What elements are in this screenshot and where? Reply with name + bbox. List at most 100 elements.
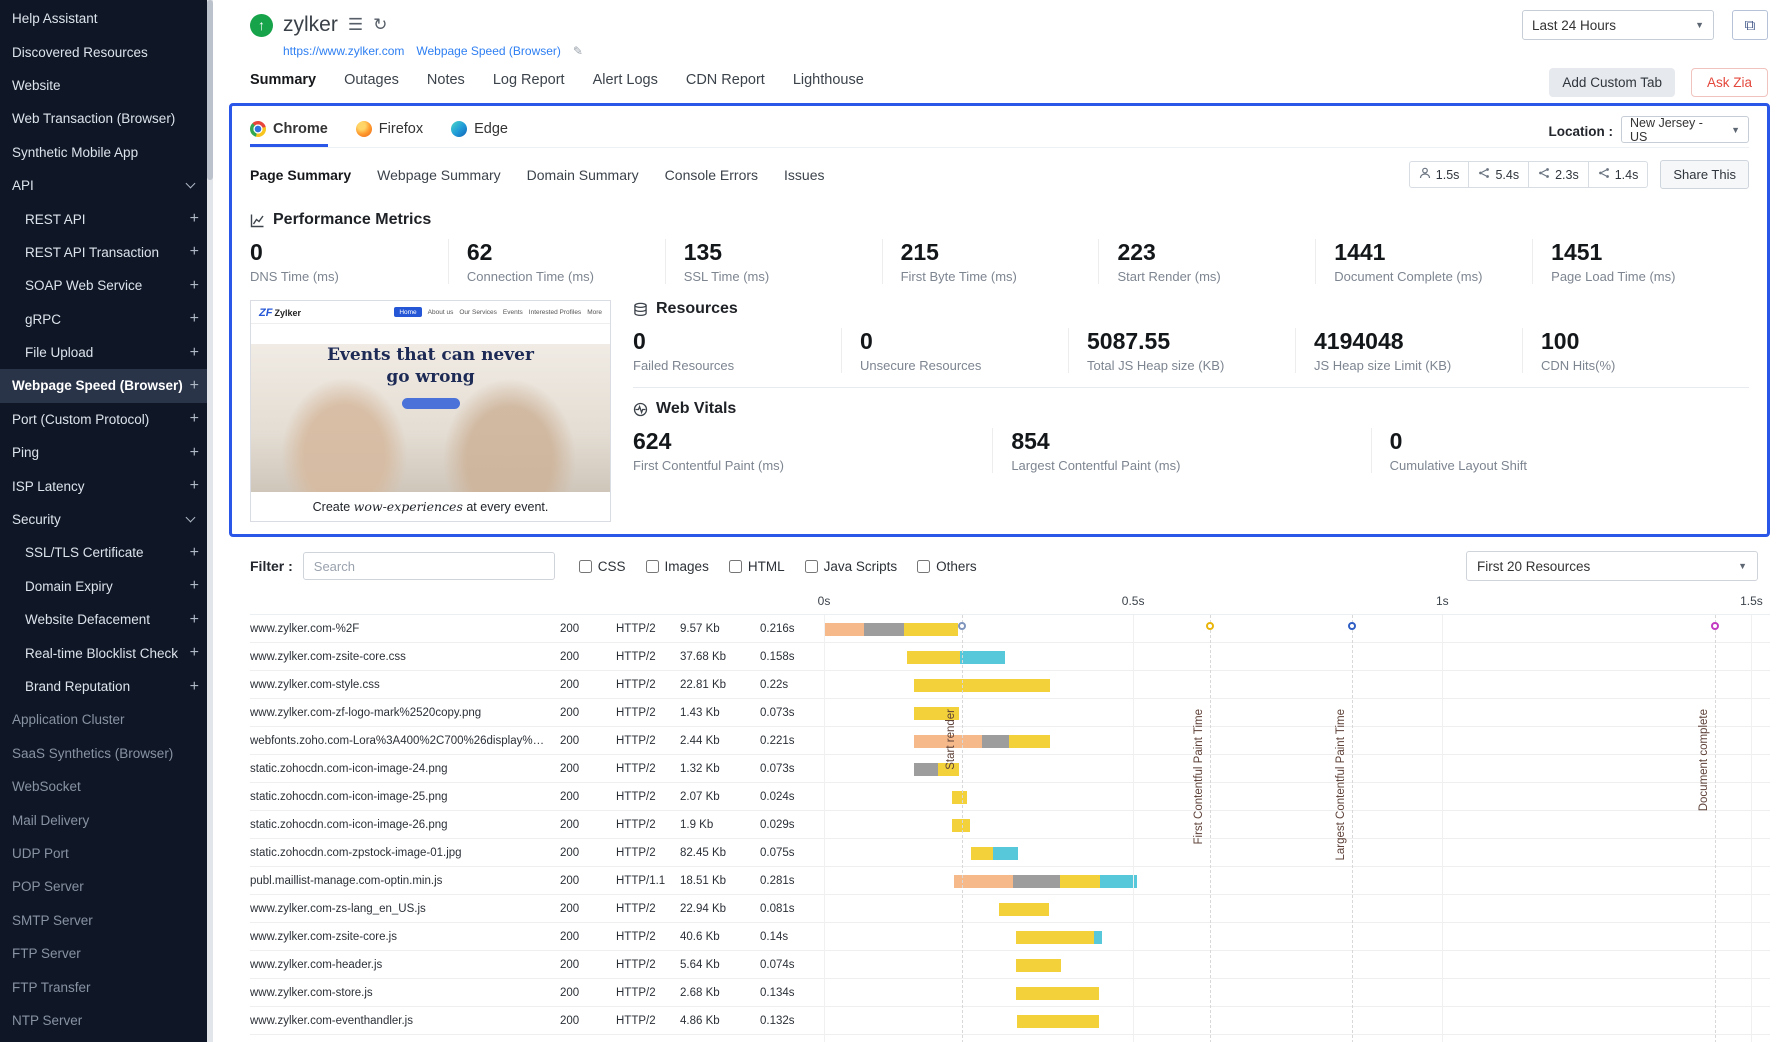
add-monitor-icon[interactable]: + <box>190 378 199 394</box>
table-row[interactable]: www.zylker.com-zs-lang_en_US.js200HTTP/2… <box>250 895 1770 923</box>
sidebar-item-smtp-server[interactable]: SMTP Server <box>0 904 213 937</box>
sidebar-item-saas-synthetics-browser[interactable]: SaaS Synthetics (Browser) <box>0 737 213 770</box>
ask-zia-button[interactable]: Ask Zia <box>1691 68 1768 97</box>
add-monitor-icon[interactable]: + <box>190 545 199 561</box>
table-row[interactable]: www.zylker.com-zsite-core.css200HTTP/237… <box>250 643 1770 671</box>
resource-name[interactable]: www.zylker.com-style.css <box>250 679 560 691</box>
thumb-nav-events[interactable]: Events <box>503 309 523 316</box>
sidebar-item-ssl-tls-certificate[interactable]: SSL/TLS Certificate+ <box>0 536 213 569</box>
sidebar-item-file-upload[interactable]: File Upload+ <box>0 336 213 369</box>
add-monitor-icon[interactable]: + <box>190 445 199 461</box>
open-report-button[interactable]: ⧉ <box>1732 10 1768 40</box>
sidebar-item-brand-reputation[interactable]: Brand Reputation+ <box>0 670 213 703</box>
edit-icon[interactable]: ✎ <box>573 44 583 58</box>
browser-tab-edge[interactable]: Edge <box>451 121 508 147</box>
table-row[interactable]: www.zylker.com-zsite-core.js200HTTP/240.… <box>250 923 1770 951</box>
sidebar-item-mail-delivery[interactable]: Mail Delivery <box>0 803 213 836</box>
tab-summary[interactable]: Summary <box>250 72 316 94</box>
filter-checkbox-java-scripts[interactable]: Java Scripts <box>805 559 898 574</box>
table-row[interactable]: www.zylker.com-style.css200HTTP/222.81 K… <box>250 671 1770 699</box>
sidebar-item-rest-api-transaction[interactable]: REST API Transaction+ <box>0 236 213 269</box>
sidebar-item-soap-web-service[interactable]: SOAP Web Service+ <box>0 269 213 302</box>
subtab-console-errors[interactable]: Console Errors <box>665 167 758 183</box>
sidebar-item-ping[interactable]: Ping+ <box>0 436 213 469</box>
checkbox-others[interactable] <box>917 560 930 573</box>
sidebar-item-discovered-resources[interactable]: Discovered Resources <box>0 35 213 68</box>
sidebar-item-website-defacement[interactable]: Website Defacement+ <box>0 603 213 636</box>
browser-tab-firefox[interactable]: Firefox <box>356 121 423 147</box>
table-row[interactable]: static.zohocdn.com-icon-image-26.png200H… <box>250 811 1770 839</box>
table-row[interactable]: static.zohocdn.com-icon-image-25.png200H… <box>250 783 1770 811</box>
sidebar-item-api[interactable]: API <box>0 169 213 202</box>
time-range-select[interactable]: Last 24 Hours ▼ <box>1522 10 1714 40</box>
browser-tab-chrome[interactable]: Chrome <box>250 121 328 147</box>
sidebar-item-help-assistant[interactable]: Help Assistant <box>0 2 213 35</box>
monitor-type-link[interactable]: Webpage Speed (Browser) <box>416 44 561 58</box>
table-row[interactable]: static.zohocdn.com-zpstock-image-01.jpg2… <box>250 839 1770 867</box>
sidebar-item-ntp-server[interactable]: NTP Server <box>0 1004 213 1037</box>
add-custom-tab-button[interactable]: Add Custom Tab <box>1549 68 1675 97</box>
table-row[interactable]: www.zylker.com-header.js200HTTP/25.64 Kb… <box>250 951 1770 979</box>
table-row[interactable]: webfonts.zoho.com-Lora%3A400%2C700%26dis… <box>250 727 1770 755</box>
tab-notes[interactable]: Notes <box>427 72 465 94</box>
subtab-domain-summary[interactable]: Domain Summary <box>527 167 639 183</box>
resource-name[interactable]: static.zohocdn.com-icon-image-25.png <box>250 791 560 803</box>
table-row[interactable]: www.zylker.com-store.js200HTTP/22.68 Kb0… <box>250 979 1770 1007</box>
sidebar-item-website[interactable]: Website <box>0 69 213 102</box>
table-row[interactable]: www.zylker.com-eventhandler.js200HTTP/24… <box>250 1007 1770 1035</box>
checkbox-images[interactable] <box>646 560 659 573</box>
filter-checkbox-html[interactable]: HTML <box>729 559 785 574</box>
add-monitor-icon[interactable]: + <box>190 612 199 628</box>
resource-name[interactable]: static.zohocdn.com-zpstock-image-01.jpg <box>250 847 560 859</box>
add-monitor-icon[interactable]: + <box>190 345 199 361</box>
table-row[interactable]: publ.maillist-manage.com-optin.min.js200… <box>250 867 1770 895</box>
sidebar-item-domain-expiry[interactable]: Domain Expiry+ <box>0 570 213 603</box>
resource-name[interactable]: www.zylker.com-zsite-core.css <box>250 651 560 663</box>
filter-checkbox-css[interactable]: CSS <box>579 559 626 574</box>
tab-lighthouse[interactable]: Lighthouse <box>793 72 864 94</box>
resource-name[interactable]: www.zylker.com-zf-logo-mark%2520copy.png <box>250 707 560 719</box>
add-monitor-icon[interactable]: + <box>190 278 199 294</box>
tab-cdn-report[interactable]: CDN Report <box>686 72 765 94</box>
add-monitor-icon[interactable]: + <box>190 244 199 260</box>
add-monitor-icon[interactable]: + <box>190 645 199 661</box>
resource-name[interactable]: www.zylker.com-eventhandler.js <box>250 1015 560 1027</box>
menu-icon[interactable]: ☰ <box>348 15 363 35</box>
tab-outages[interactable]: Outages <box>344 72 399 94</box>
table-row[interactable]: www.zylker.com-%2F200HTTP/29.57 Kb0.216s <box>250 615 1770 643</box>
sidebar-item-real-time-blocklist-check[interactable]: Real-time Blocklist Check+ <box>0 636 213 669</box>
share-this-button[interactable]: Share This <box>1660 160 1749 189</box>
add-monitor-icon[interactable]: + <box>190 311 199 327</box>
resource-name[interactable]: www.zylker.com-store.js <box>250 987 560 999</box>
resource-count-select[interactable]: First 20 Resources ▼ <box>1466 551 1758 581</box>
checkbox-java-scripts[interactable] <box>805 560 818 573</box>
timing-badge[interactable]: 5.4s <box>1468 161 1529 188</box>
table-row[interactable]: www.zylker.com-zf-logo-mark%2520copy.png… <box>250 699 1770 727</box>
sidebar-item-synthetic-mobile-app[interactable]: Synthetic Mobile App <box>0 136 213 169</box>
checkbox-html[interactable] <box>729 560 742 573</box>
monitor-url-link[interactable]: https://www.zylker.com <box>283 44 404 58</box>
resource-name[interactable]: static.zohocdn.com-icon-image-24.png <box>250 763 560 775</box>
subtab-webpage-summary[interactable]: Webpage Summary <box>377 167 500 183</box>
sidebar-item-pop-server[interactable]: POP Server <box>0 870 213 903</box>
thumb-nav-more[interactable]: More <box>587 309 602 316</box>
thumb-nav-interested-profiles[interactable]: Interested Profiles <box>529 309 581 316</box>
timing-badge[interactable]: 2.3s <box>1528 161 1589 188</box>
add-monitor-icon[interactable]: + <box>190 679 199 695</box>
sidebar-item-websocket[interactable]: WebSocket <box>0 770 213 803</box>
checkbox-css[interactable] <box>579 560 592 573</box>
sidebar-item-ftp-transfer[interactable]: FTP Transfer <box>0 970 213 1003</box>
timing-badge[interactable]: 1.4s <box>1588 161 1649 188</box>
subtab-page-summary[interactable]: Page Summary <box>250 167 351 183</box>
thumb-nav-our-services[interactable]: Our Services <box>459 309 497 316</box>
tab-alert-logs[interactable]: Alert Logs <box>593 72 658 94</box>
sidebar-item-application-cluster[interactable]: Application Cluster <box>0 703 213 736</box>
subtab-issues[interactable]: Issues <box>784 167 824 183</box>
sidebar-scrollbar[interactable] <box>207 0 213 1042</box>
table-row[interactable]: www.zylker.com-products-pagination.js200… <box>250 1035 1770 1042</box>
search-input[interactable] <box>303 552 555 580</box>
resource-name[interactable]: static.zohocdn.com-icon-image-26.png <box>250 819 560 831</box>
scrollbar-thumb[interactable] <box>207 0 213 180</box>
tab-log-report[interactable]: Log Report <box>493 72 565 94</box>
sidebar-item-web-transaction-browser[interactable]: Web Transaction (Browser) <box>0 102 213 135</box>
